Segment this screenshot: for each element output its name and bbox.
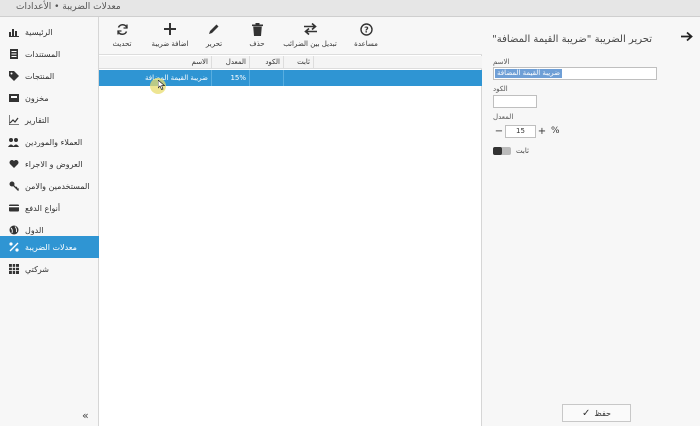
sidebar-item-label: معدلات الضريبة [25,242,77,252]
column-header-rate[interactable]: المعدل [211,56,249,69]
svg-text:?: ? [364,25,369,34]
checkmark-icon: ✓ [582,407,591,419]
trash-icon [251,21,263,37]
decrement-button[interactable]: − [493,126,505,137]
increment-button[interactable]: + [536,126,548,137]
sidebar-item-offers[interactable]: العروض و الاجراء [0,153,99,175]
heart-icon [8,159,19,170]
window-title: معدلات الضريبة • الأعدادات [16,2,121,12]
sidebar-item-label: مخزون [25,93,49,103]
edit-tax-panel: تحرير الضريبة "ضريبة القيمة المضافة" الا… [482,17,700,426]
plus-icon [164,21,176,37]
key-icon [8,181,19,192]
edit-button[interactable]: تحرير [201,21,227,53]
help-icon: ? [359,21,373,37]
sidebar-item-my-company[interactable]: شركتي [0,258,99,280]
cell-code [249,70,283,86]
code-label: الكود [493,85,508,93]
sidebar-item-label: المنتجات [25,71,55,81]
mouse-pointer-icon [158,80,165,90]
inbox-icon [8,93,19,104]
help-button[interactable]: ? مساعدة [348,21,384,53]
sidebar-item-payment-types[interactable]: أنواع الدفع [0,197,99,219]
document-icon [8,49,19,60]
sidebar-item-documents[interactable]: المستندات [0,43,99,65]
swap-arrows-icon [303,21,318,37]
refresh-icon [116,21,129,37]
column-header-name[interactable]: الاسم [99,56,211,69]
sidebar: الرئيسية المستندات المنتجات مخزون التقار… [0,17,99,426]
rate-input[interactable]: 15 [505,125,536,138]
rate-stepper: − 15 + [493,125,548,138]
sidebar-item-tax-rates[interactable]: معدلات الضريبة [0,236,99,258]
save-label: حفظ [594,408,611,418]
name-label: الاسم [493,58,510,66]
cell-fixed [283,70,313,86]
column-header-fixed[interactable]: ثابت [283,56,313,69]
sidebar-item-label: العملاء والموردين [25,137,83,147]
editor-title: تحرير الضريبة "ضريبة القيمة المضافة" [492,34,652,45]
sidebar-item-label: الرئيسية [25,27,53,37]
card-icon [8,203,19,214]
add-tax-button[interactable]: اضافة ضريبة [147,21,193,53]
sidebar-item-products[interactable]: المنتجات [0,65,99,87]
globe-icon [8,225,19,236]
name-input[interactable]: ضريبة القيمة المضافة [493,67,657,80]
toggle-knob [493,147,502,155]
collapse-sidebar-button[interactable]: « [82,409,89,422]
refresh-button[interactable]: تحديث [107,21,137,53]
sidebar-item-label: الدول [25,225,44,235]
table-row[interactable]: ضريبة القيمة المضافة 15% [99,70,482,94]
column-header-code[interactable]: الكود [249,56,283,69]
percent-sign: % [551,126,560,136]
users-icon [8,137,19,148]
swap-taxes-button[interactable]: تبديل بين الضرائب [283,21,337,53]
bar-chart-icon [8,27,19,38]
sidebar-item-label: أنواع الدفع [25,203,61,213]
percent-icon [8,242,19,253]
name-input-value: ضريبة القيمة المضافة [495,69,563,78]
cell-rate: 15% [211,70,249,86]
rate-label: المعدل [493,113,514,121]
save-button[interactable]: ✓ حفظ [562,404,631,422]
title-bar: معدلات الضريبة • الأعدادات [0,0,700,17]
main-panel: تحديث اضافة ضريبة تحرير حذف تبديل بين ال… [99,17,482,426]
sidebar-item-label: العروض و الاجراء [25,159,83,169]
sidebar-item-label: التقارير [25,115,50,125]
sidebar-item-label: المستخدمين والامن [25,181,90,191]
code-input[interactable] [493,95,537,108]
sidebar-item-label: المستندات [25,49,61,59]
tag-icon [8,71,19,82]
delete-button[interactable]: حذف [245,21,269,53]
toolbar: تحديث اضافة ضريبة تحرير حذف تبديل بين ال… [99,17,482,55]
sidebar-item-label: شركتي [25,264,50,274]
arrow-right-icon[interactable] [681,31,693,44]
sidebar-item-inventory[interactable]: مخزون [0,87,99,109]
grid-icon [8,264,19,275]
sidebar-item-home[interactable]: الرئيسية [0,21,99,43]
fixed-label: ثابت [516,147,529,155]
chart-icon [8,115,19,126]
fixed-toggle[interactable] [493,147,511,155]
column-header-filler [313,56,482,69]
table-header: الاسم المعدل الكود ثابت [99,56,482,69]
sidebar-item-reports[interactable]: التقارير [0,109,99,131]
pencil-icon [208,21,220,37]
sidebar-item-users-security[interactable]: المستخدمين والامن [0,175,99,197]
sidebar-item-customers[interactable]: العملاء والموردين [0,131,99,153]
